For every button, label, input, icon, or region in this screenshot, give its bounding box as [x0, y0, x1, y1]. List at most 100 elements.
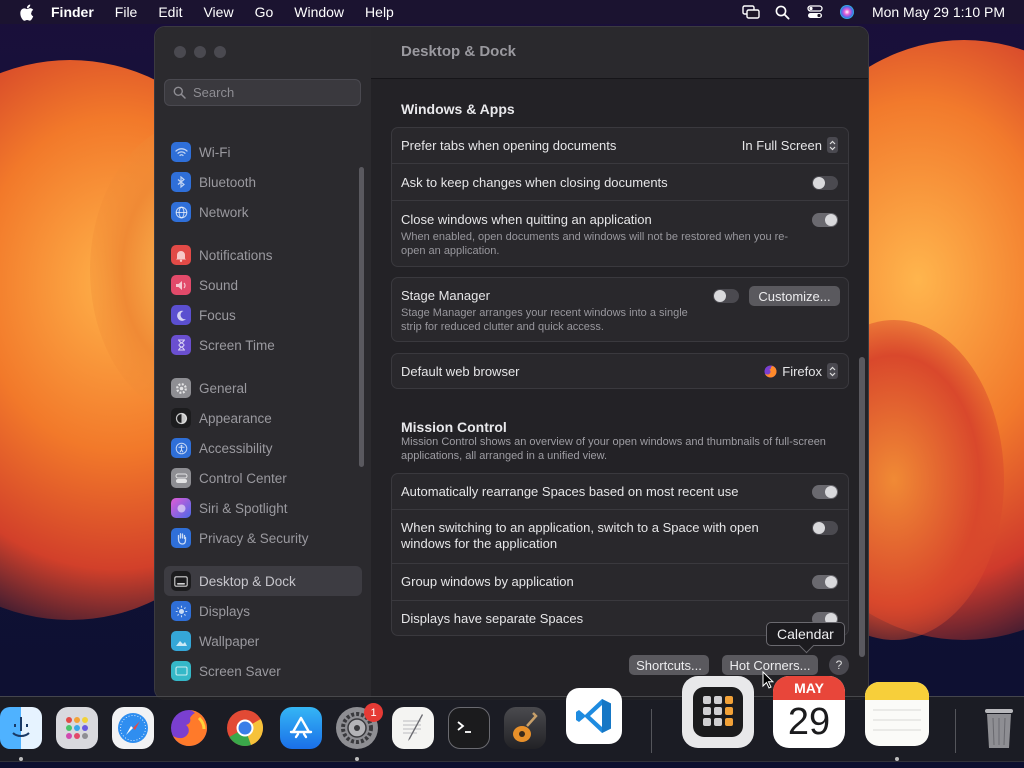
menu-go[interactable]: Go	[255, 4, 274, 20]
close-windows-toggle[interactable]	[812, 213, 838, 227]
mission-control-row: When switching to an application, switch…	[392, 510, 848, 564]
sidebar-item-notifications[interactable]: Notifications	[164, 240, 362, 270]
page-title: Desktop & Dock	[401, 43, 517, 60]
sidebar-item-displays[interactable]: Displays	[164, 596, 362, 626]
updown-chevron-icon	[827, 137, 838, 153]
app-store-dock-icon[interactable]	[280, 707, 322, 749]
group-windows-toggle[interactable]	[812, 575, 838, 589]
spotlight-search-icon[interactable]	[774, 3, 792, 21]
auto-rearrange-label: Automatically rearrange Spaces based on …	[401, 484, 739, 499]
notes-dock-icon[interactable]	[865, 682, 929, 746]
control-center-icon[interactable]	[806, 3, 824, 21]
separate-spaces-label: Displays have separate Spaces	[401, 611, 584, 626]
close-windows-description: When enabled, open documents and windows…	[401, 231, 789, 257]
updown-chevron-icon	[827, 363, 838, 379]
garageband-dock-icon[interactable]	[504, 707, 546, 749]
shortcuts-button[interactable]: Shortcuts...	[629, 655, 709, 675]
sidebar-item-sound[interactable]: Sound	[164, 270, 362, 300]
bluetooth-icon	[171, 172, 191, 192]
close-windows-row: Close windows when quitting an applicati…	[392, 201, 848, 266]
default-browser-label: Default web browser	[401, 364, 520, 379]
switch-space-toggle[interactable]	[812, 521, 838, 535]
search-placeholder: Search	[193, 85, 235, 100]
dock-tooltip: Calendar	[766, 622, 845, 646]
menu-file[interactable]: File	[115, 4, 138, 20]
textedit-dock-icon[interactable]	[392, 707, 434, 749]
prefer-tabs-row: Prefer tabs when opening documents In Fu…	[392, 128, 848, 164]
sidebar-item-label: Wallpaper	[199, 633, 260, 649]
content-header: Desktop & Dock	[371, 27, 868, 79]
calculator-dock-icon[interactable]	[682, 676, 754, 748]
menu-help[interactable]: Help	[365, 4, 394, 20]
group-windows-label: Group windows by application	[401, 574, 574, 589]
ask-keep-toggle[interactable]	[812, 176, 838, 190]
sidebar-item-privacy-security[interactable]: Privacy & Security	[164, 523, 362, 553]
zoom-window-button[interactable]	[214, 46, 226, 58]
sidebar-item-siri-spotlight[interactable]: Siri & Spotlight	[164, 493, 362, 523]
sidebar-item-control-center[interactable]: Control Center	[164, 463, 362, 493]
sidebar-item-wifi[interactable]: Wi-Fi	[164, 137, 362, 167]
trash-dock-icon[interactable]	[975, 703, 1023, 753]
sidebar-item-network[interactable]: Network	[164, 197, 362, 227]
sidebar-item-desktop-dock[interactable]: Desktop & Dock	[164, 566, 362, 596]
sidebar-item-label: Displays	[199, 603, 251, 619]
calendar-dock-icon[interactable]: MAY 29	[773, 676, 845, 748]
browser-group: Default web browser Firefox	[391, 353, 849, 389]
launchpad-dock-icon[interactable]	[56, 707, 98, 749]
window-controls	[174, 46, 226, 58]
prefer-tabs-popup[interactable]: In Full Screen	[742, 137, 838, 153]
section-title-mission-control: Mission Control	[401, 419, 507, 435]
sidebar-item-label: Desktop & Dock	[199, 573, 296, 589]
finder-dock-icon[interactable]	[0, 707, 42, 749]
sidebar-item-appearance[interactable]: Appearance	[164, 403, 362, 433]
screen-mirroring-icon[interactable]	[742, 3, 760, 21]
help-button[interactable]: ?	[829, 655, 849, 675]
stage-manager-label: Stage Manager	[401, 288, 490, 303]
stage-manager-description: Stage Manager arranges your recent windo…	[401, 307, 688, 333]
sidebar-item-label: Control Center	[199, 470, 287, 486]
hourglass-icon	[171, 335, 191, 355]
menu-view[interactable]: View	[203, 4, 233, 20]
menu-edit[interactable]: Edit	[158, 4, 182, 20]
ask-keep-label: Ask to keep changes when closing documen…	[401, 175, 668, 190]
sidebar-item-label: Screen Saver	[199, 663, 281, 679]
sidebar-scrollbar[interactable]	[359, 167, 364, 467]
vscode-dock-icon[interactable]	[566, 688, 622, 744]
sidebar: Search Wi-Fi Bluetooth Network Notificat…	[155, 27, 371, 699]
calendar-day: 29	[787, 701, 831, 743]
menu-clock[interactable]: Mon May 29 1:10 PM	[872, 4, 1005, 20]
auto-rearrange-toggle[interactable]	[812, 485, 838, 499]
stage-manager-toggle[interactable]	[713, 289, 739, 303]
menu-app-name[interactable]: Finder	[51, 4, 94, 20]
sidebar-item-screen-time[interactable]: Screen Time	[164, 330, 362, 360]
sidebar-item-label: Network	[199, 204, 249, 220]
search-field[interactable]: Search	[164, 79, 361, 106]
chrome-dock-icon[interactable]	[224, 707, 266, 749]
close-windows-label: Close windows when quitting an applicati…	[401, 212, 652, 227]
close-window-button[interactable]	[174, 46, 186, 58]
customize-button[interactable]: Customize...	[749, 286, 840, 306]
sidebar-item-wallpaper[interactable]: Wallpaper	[164, 626, 362, 656]
apple-menu-icon[interactable]	[17, 2, 37, 22]
siri-icon[interactable]	[838, 3, 856, 21]
safari-dock-icon[interactable]	[112, 707, 154, 749]
speaker-icon	[171, 275, 191, 295]
menu-bar: Finder File Edit View Go Window Help Mon…	[0, 0, 1024, 24]
sidebar-item-accessibility[interactable]: Accessibility	[164, 433, 362, 463]
default-browser-value: Firefox	[782, 363, 822, 379]
sidebar-item-focus[interactable]: Focus	[164, 300, 362, 330]
mission-control-row: Group windows by application	[392, 564, 848, 601]
firefox-dock-icon[interactable]	[168, 707, 210, 749]
sun-icon	[171, 601, 191, 621]
sidebar-item-bluetooth[interactable]: Bluetooth	[164, 167, 362, 197]
default-browser-popup[interactable]: Firefox	[764, 363, 838, 379]
terminal-dock-icon[interactable]	[448, 707, 490, 749]
stage-manager-row: Stage Manager Stage Manager arranges you…	[392, 278, 848, 341]
appearance-icon	[171, 408, 191, 428]
menu-window[interactable]: Window	[294, 4, 344, 20]
sidebar-item-screen-saver[interactable]: Screen Saver	[164, 656, 362, 686]
content-scrollbar[interactable]	[859, 357, 865, 657]
minimize-window-button[interactable]	[194, 46, 206, 58]
sidebar-item-general[interactable]: General	[164, 373, 362, 403]
gear-icon	[171, 378, 191, 398]
